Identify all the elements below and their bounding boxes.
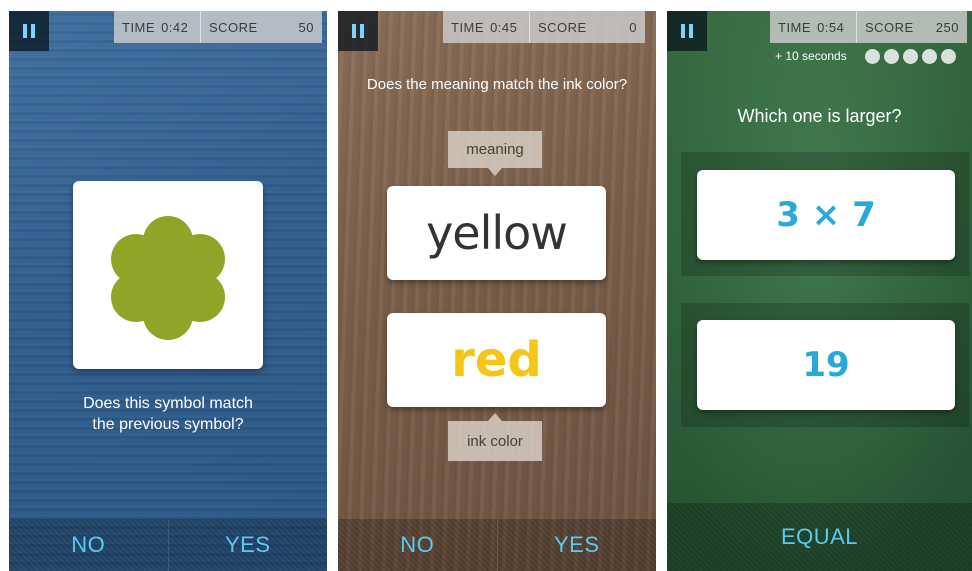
bonus-text: + 10 seconds [775, 49, 847, 63]
score-display: SCORE 0 [529, 11, 645, 43]
equal-button[interactable]: EQUAL [667, 503, 972, 571]
pause-button[interactable] [9, 11, 49, 51]
score-display: SCORE 250 [856, 11, 967, 43]
time-label: TIME [451, 19, 485, 35]
score-value: 50 [298, 19, 314, 35]
meaning-tag: meaning [448, 131, 542, 168]
hud: TIME 0:54 SCORE 250 [770, 11, 967, 43]
time-display: TIME 0:45 [443, 11, 529, 43]
symbol-match-screen: TIME 0:42 SCORE 50 Does this symbol matc… [9, 11, 327, 571]
hud: TIME 0:42 SCORE 50 [114, 11, 322, 43]
score-label: SCORE [209, 19, 258, 35]
symbol-card [73, 181, 263, 369]
score-label: SCORE [865, 19, 914, 35]
progress-dot [941, 49, 956, 64]
ink-tag-pointer [488, 413, 502, 421]
pause-button[interactable] [338, 11, 378, 51]
score-display: SCORE 50 [200, 11, 322, 43]
question-line-1: Does this symbol match [83, 395, 253, 412]
progress-dot [865, 49, 880, 64]
time-label: TIME [778, 19, 812, 35]
meaning-word: yellow [426, 206, 568, 260]
time-value: 0:45 [490, 19, 518, 35]
time-display: TIME 0:42 [114, 11, 200, 43]
score-value: 250 [935, 19, 959, 35]
question-text: Does the meaning match the ink color? [366, 76, 628, 93]
hud: TIME 0:45 SCORE 0 [443, 11, 645, 43]
compare-screen: TIME 0:54 SCORE 250 + 10 seconds Which o… [667, 11, 972, 571]
top-option-card[interactable]: 3 × 7 [697, 170, 955, 260]
progress-dot [884, 49, 899, 64]
question-text: Does this symbol match the previous symb… [9, 393, 327, 435]
pause-button[interactable] [667, 11, 707, 51]
score-label: SCORE [538, 19, 587, 35]
bottom-option-value: 19 [802, 345, 850, 385]
time-value: 0:42 [161, 19, 189, 35]
answer-bar: NO YES [9, 519, 327, 571]
progress-dot [903, 49, 918, 64]
top-option-value: 3 × 7 [776, 195, 876, 235]
meaning-card: yellow [387, 186, 606, 280]
meaning-tag-pointer [488, 168, 502, 176]
ink-card: red [387, 313, 606, 407]
question-line-2: the previous symbol? [92, 416, 244, 433]
flower-icon [111, 216, 225, 340]
answer-bar: EQUAL [667, 503, 972, 571]
time-value: 0:54 [817, 19, 845, 35]
progress-dots [865, 49, 956, 64]
answer-bar: NO YES [338, 519, 656, 571]
ink-color-tag: ink color [448, 421, 542, 461]
time-label: TIME [122, 19, 156, 35]
no-button[interactable]: NO [9, 519, 168, 571]
color-match-screen: TIME 0:45 SCORE 0 Does the meaning match… [338, 11, 656, 571]
time-display: TIME 0:54 [770, 11, 856, 43]
yes-button[interactable]: YES [496, 519, 657, 571]
no-button[interactable]: NO [338, 519, 497, 571]
bottom-option-card[interactable]: 19 [697, 320, 955, 410]
score-value: 0 [629, 19, 637, 35]
progress-dot [922, 49, 937, 64]
question-text: Which one is larger? [737, 106, 902, 126]
yes-button[interactable]: YES [167, 519, 328, 571]
ink-word: red [451, 332, 542, 388]
